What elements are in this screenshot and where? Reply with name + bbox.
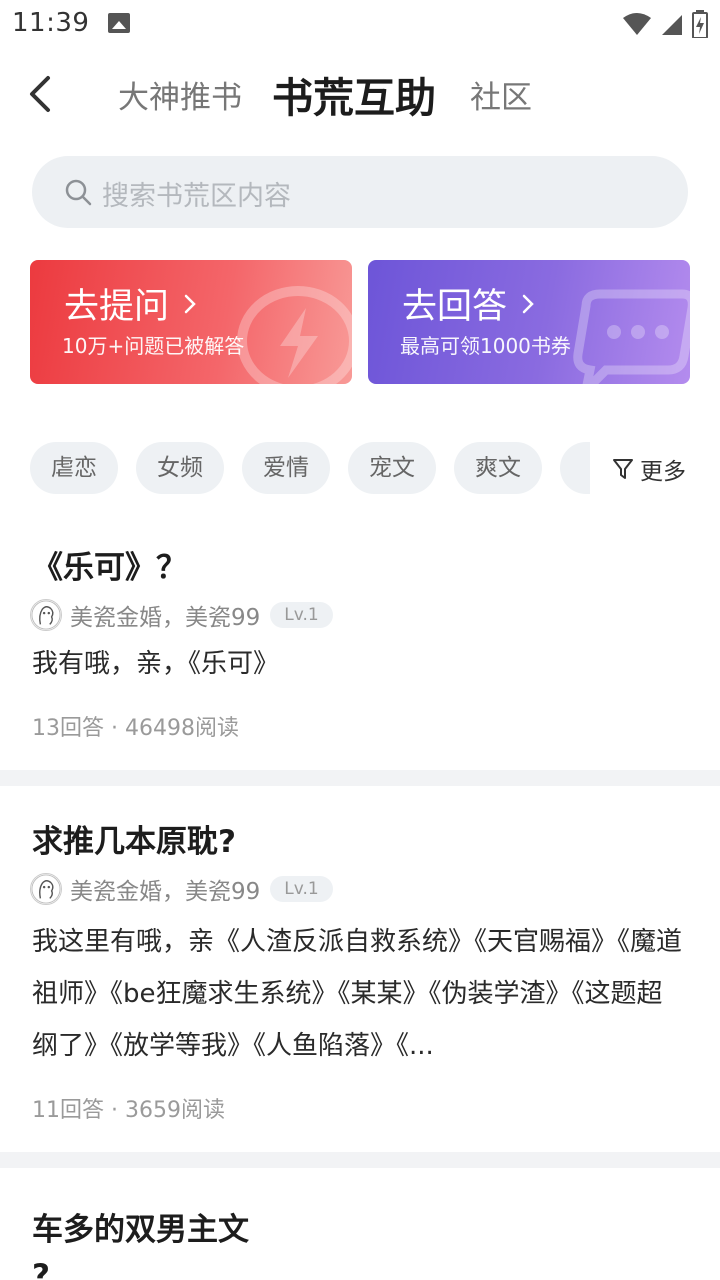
chevron-right-icon <box>522 294 534 313</box>
level-badge: Lv.1 <box>270 602 333 628</box>
answer-card-title-text: 去回答 <box>402 287 508 327</box>
chevron-right-icon <box>184 294 196 313</box>
ask-card-title-text: 去提问 <box>64 287 170 327</box>
section-divider <box>0 1152 720 1168</box>
more-label: 更多 <box>640 459 686 485</box>
author-name[interactable]: 美瓷金婚，美瓷99 <box>70 598 260 632</box>
answer-question-card[interactable]: 去回答 最高可领1000书券 <box>368 260 690 384</box>
back-arrow-icon[interactable] <box>26 74 60 114</box>
post-stats: 13回答 · 46498阅读 <box>32 716 239 741</box>
more-filter-button[interactable]: 更多 <box>612 452 686 486</box>
lightning-badge-icon <box>237 286 352 384</box>
ask-card-subtitle: 10万+问题已被解答 <box>62 334 245 358</box>
post-item[interactable]: 《乐可》？ 美瓷金婚，美瓷99 Lv.1 我有哦，亲，《乐可》 13回答 · 4… <box>0 540 720 770</box>
search-icon <box>65 179 92 206</box>
tag-chip[interactable]: 宠文 <box>348 442 436 494</box>
post-title: 车多的双男主文 <box>32 1212 249 1248</box>
post-item[interactable]: 车多的双男主文 ? <box>0 1204 720 1280</box>
filter-icon <box>613 459 633 479</box>
level-badge: Lv.1 <box>270 876 333 902</box>
post-title: 《乐可》？ <box>32 550 187 586</box>
post-title-continued: ? <box>32 1258 50 1280</box>
top-nav: 大神推书 书荒互助 社区 <box>0 56 720 132</box>
tag-chip[interactable]: 女频 <box>136 442 224 494</box>
status-bar: 11:39 <box>0 0 720 48</box>
tag-chip[interactable]: 爱情 <box>242 442 330 494</box>
image-notification-icon <box>108 13 130 33</box>
post-item[interactable]: 求推几本原耽? 美瓷金婚，美瓷99 Lv.1 我这里有哦，亲《人渣反派自救系统》… <box>0 814 720 1154</box>
post-title: 求推几本原耽? <box>32 824 236 860</box>
post-excerpt: 我有哦，亲，《乐可》 <box>32 649 280 679</box>
battery-icon <box>692 10 708 38</box>
avatar[interactable] <box>30 873 62 905</box>
tag-filter-row: 虐恋 女频 爱情 宠文 爽文 男 <box>30 442 590 494</box>
tag-chip[interactable]: 虐恋 <box>30 442 118 494</box>
wifi-icon <box>623 13 651 35</box>
answer-card-subtitle: 最高可领1000书券 <box>400 334 571 358</box>
post-author: 美瓷金婚，美瓷99 Lv.1 <box>30 598 333 632</box>
section-divider <box>0 770 720 786</box>
post-stats: 11回答 · 3659阅读 <box>32 1098 225 1123</box>
tab-community[interactable]: 社区 <box>470 72 532 117</box>
search-bar[interactable]: 搜索书荒区内容 <box>32 156 688 228</box>
post-excerpt: 我这里有哦，亲《人渣反派自救系统》《天官赐福》《魔道祖师》《be狂魔求生系统》《… <box>32 927 683 1061</box>
tab-recommend[interactable]: 大神推书 <box>118 72 242 117</box>
signal-icon <box>662 15 682 35</box>
post-author: 美瓷金婚，美瓷99 Lv.1 <box>30 872 333 906</box>
ask-card-title: 去提问 <box>64 278 197 329</box>
author-name[interactable]: 美瓷金婚，美瓷99 <box>70 872 260 906</box>
ask-question-card[interactable]: 去提问 10万+问题已被解答 <box>30 260 352 384</box>
tab-book-help[interactable]: 书荒互助 <box>272 64 436 124</box>
search-placeholder: 搜索书荒区内容 <box>102 181 291 212</box>
tag-chip[interactable]: 爽文 <box>454 442 542 494</box>
chat-bubble-icon <box>573 289 690 384</box>
avatar[interactable] <box>30 599 62 631</box>
tag-chip[interactable]: 男 <box>560 442 590 494</box>
status-icons <box>622 10 708 38</box>
status-time: 11:39 <box>12 8 90 38</box>
answer-card-title: 去回答 <box>402 278 535 329</box>
